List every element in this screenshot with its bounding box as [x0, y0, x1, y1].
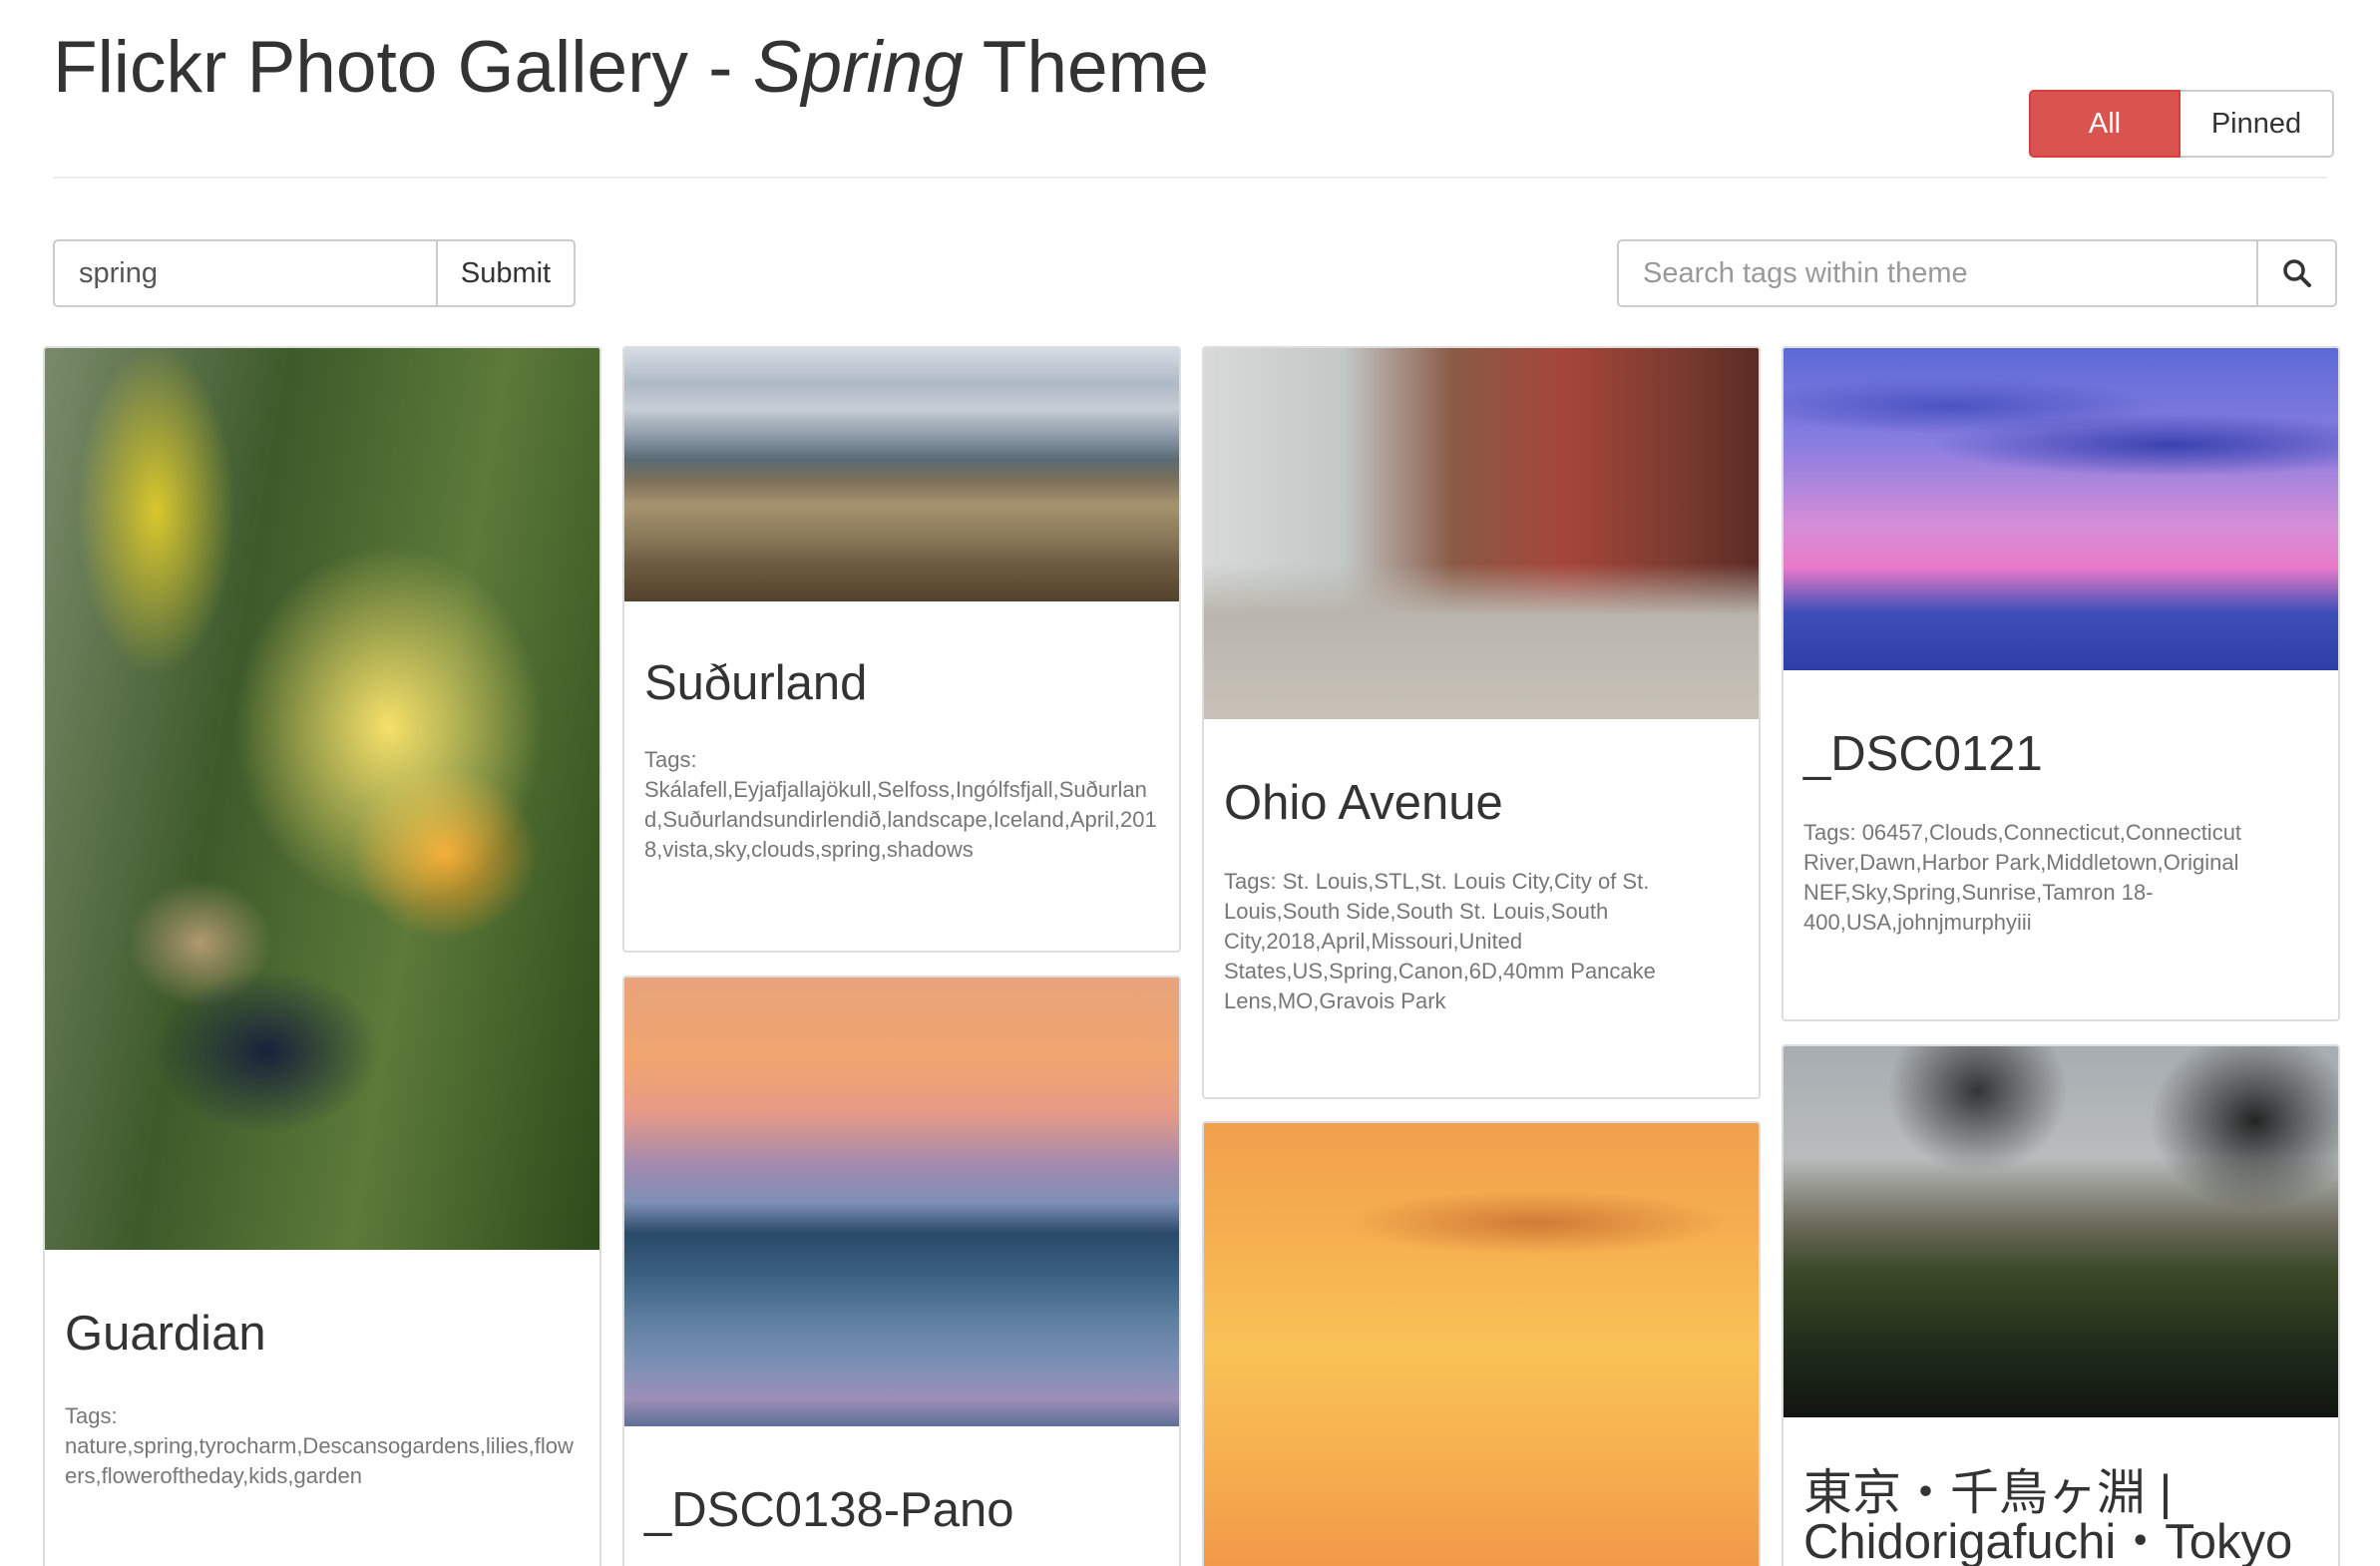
photo-card-orange-sky[interactable]: [1202, 1121, 1761, 1566]
card-tags: Tags: 06457,Clouds,Connecticut,Connectic…: [1803, 820, 2242, 936]
theme-search-group: Submit: [53, 239, 576, 307]
card-caption: Suðurland Tags: Skálafell,Eyjafjallajöku…: [624, 655, 1179, 865]
card-title: Guardian: [65, 1307, 266, 1361]
photo-image[interactable]: [45, 348, 599, 1250]
photo-image[interactable]: [1204, 1123, 1759, 1566]
all-button[interactable]: All: [2029, 90, 2181, 158]
photo-image[interactable]: [624, 978, 1179, 1426]
title-theme: Spring: [752, 27, 964, 108]
tag-search-button[interactable]: [2258, 239, 2337, 307]
title-prefix: Flickr Photo Gallery -: [53, 27, 753, 108]
pinned-button[interactable]: Pinned: [2181, 90, 2334, 158]
photo-card-dsc0138[interactable]: _DSC0138-Pano: [622, 976, 1181, 1566]
search-icon: [2282, 259, 2311, 287]
card-caption: 東京・千鳥ヶ淵 | Chidorigafuchi・Tokyo: [1784, 1469, 2338, 1566]
card-title: _DSC0138-Pano: [644, 1483, 1014, 1537]
card-title: Suðurland: [644, 656, 868, 710]
submit-button[interactable]: Submit: [438, 239, 576, 307]
photo-card-ohio-avenue[interactable]: Ohio Avenue Tags: St. Louis,STL,St. Loui…: [1202, 346, 1761, 1099]
photo-card-chidorigafuchi[interactable]: 東京・千鳥ヶ淵 | Chidorigafuchi・Tokyo: [1782, 1044, 2340, 1566]
card-title: _DSC0121: [1803, 727, 2043, 781]
card-tags: Tags: St. Louis,STL,St. Louis City,City …: [1224, 869, 1656, 1014]
theme-search-input[interactable]: [53, 239, 438, 307]
card-caption: _DSC0138-Pano: [624, 1482, 1179, 1538]
card-caption: Ohio Avenue Tags: St. Louis,STL,St. Loui…: [1204, 775, 1759, 1016]
photo-image[interactable]: [1784, 348, 2338, 670]
tag-search-input[interactable]: [1617, 239, 2258, 307]
card-title: 東京・千鳥ヶ淵 | Chidorigafuchi・Tokyo: [1803, 1466, 2293, 1566]
photo-card-dsc0121[interactable]: _DSC0121 Tags: 06457,Clouds,Connecticut,…: [1782, 346, 2340, 1021]
filter-toggle: All Pinned: [2029, 90, 2334, 158]
card-caption: _DSC0121 Tags: 06457,Clouds,Connecticut,…: [1784, 726, 2338, 938]
card-tags: Tags: nature,spring,tyrocharm,Descansoga…: [65, 1403, 574, 1489]
photo-image[interactable]: [1784, 1046, 2338, 1417]
photo-image[interactable]: [1204, 348, 1759, 719]
photo-card-sudurland[interactable]: Suðurland Tags: Skálafell,Eyjafjallajöku…: [622, 346, 1181, 953]
title-suffix: Theme: [963, 27, 1209, 108]
card-tags: Tags: Skálafell,Eyjafjallajökull,Selfoss…: [644, 747, 1157, 863]
header-divider: [53, 177, 2327, 179]
photo-card-guardian[interactable]: Guardian Tags: nature,spring,tyrocharm,D…: [43, 346, 601, 1566]
tag-search-group: [1617, 239, 2337, 307]
card-title: Ohio Avenue: [1224, 776, 1503, 830]
card-caption: Guardian Tags: nature,spring,tyrocharm,D…: [45, 1306, 599, 1491]
photo-image[interactable]: [624, 348, 1179, 601]
page-title: Flickr Photo Gallery - Spring Theme: [53, 24, 1209, 112]
